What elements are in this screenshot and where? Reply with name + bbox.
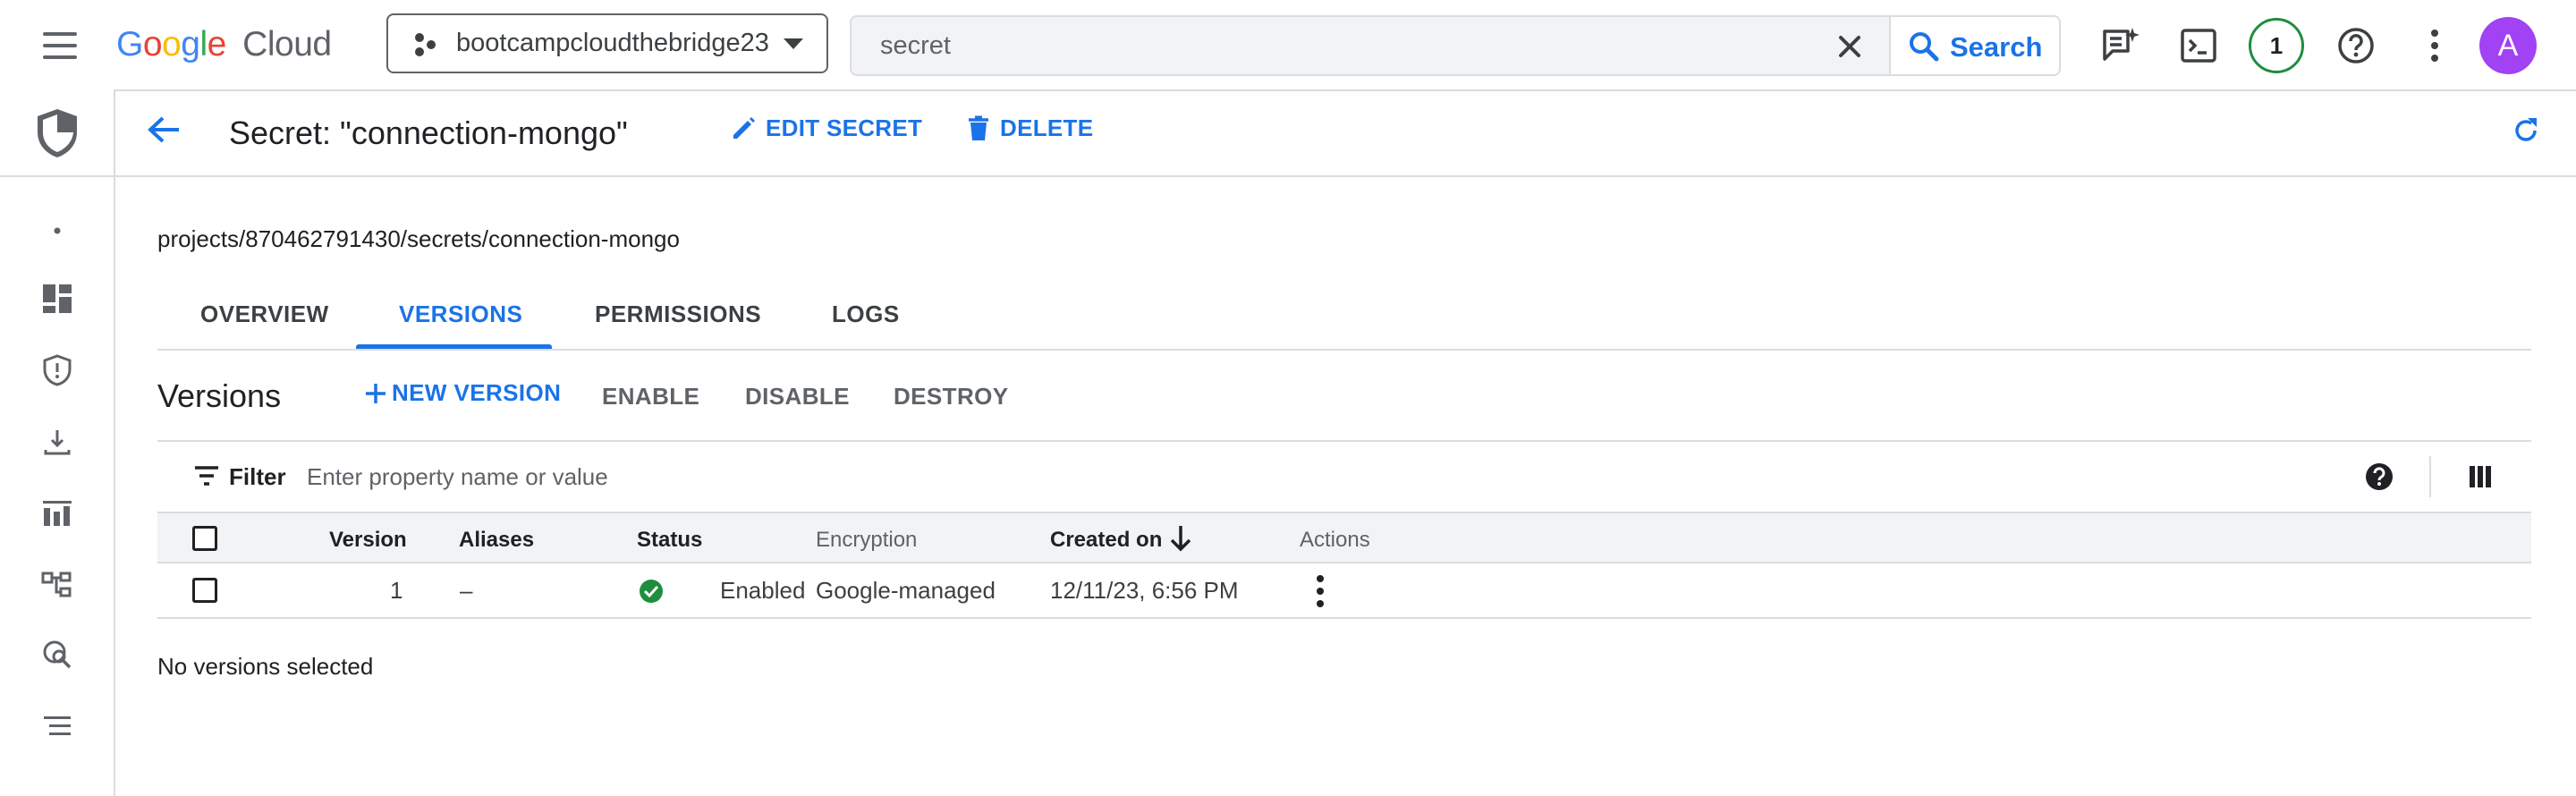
pencil-icon — [733, 116, 755, 139]
cloud-shell-icon[interactable] — [2174, 21, 2224, 71]
row-encryption: Google-managed — [816, 577, 996, 604]
search-insights-icon[interactable] — [39, 637, 75, 673]
row-created-on: 12/11/23, 6:56 PM — [1050, 577, 1239, 604]
top-bar: Google Cloud bootcampcloudthebridge23 se… — [0, 0, 2576, 91]
avatar[interactable]: A — [2479, 17, 2537, 74]
edit-secret-label: EDIT SECRET — [766, 114, 923, 141]
selection-status: No versions selected — [157, 653, 374, 680]
sort-descending-icon[interactable] — [1168, 524, 1193, 553]
column-status[interactable]: Status — [637, 528, 702, 553]
column-aliases[interactable]: Aliases — [459, 528, 534, 553]
enable-button[interactable]: ENABLE — [602, 383, 699, 411]
plus-icon — [366, 383, 386, 403]
page-title: Secret: "connection-mongo" — [229, 114, 628, 151]
security-shield-icon[interactable] — [39, 352, 75, 388]
row-status: Enabled — [720, 577, 806, 604]
tab-versions[interactable]: VERSIONS — [399, 301, 522, 328]
filter-bar: Filter Enter property name or value — [157, 440, 2531, 513]
analytics-icon[interactable] — [39, 495, 75, 531]
project-name: bootcampcloudthebridge23 — [456, 29, 769, 57]
gemini-chat-icon[interactable] — [2095, 21, 2145, 71]
dot-icon[interactable] — [39, 213, 75, 249]
notifications-badge[interactable]: 1 — [2249, 18, 2304, 73]
rail-divider — [0, 175, 114, 177]
tab-permissions[interactable]: PERMISSIONS — [595, 301, 761, 328]
toolbar-divider — [2429, 456, 2431, 497]
hierarchy-icon[interactable] — [39, 567, 75, 603]
search-button-label: Search — [1950, 31, 2043, 63]
row-aliases: – — [460, 577, 473, 604]
header-divider — [114, 175, 2576, 177]
destroy-button[interactable]: DESTROY — [894, 383, 1008, 411]
column-version[interactable]: Version — [329, 528, 407, 553]
disable-button[interactable]: DISABLE — [745, 383, 850, 411]
row-actions-menu-icon[interactable] — [1315, 574, 1326, 608]
row-version: 1 — [390, 577, 403, 604]
table-header: Version Aliases Status Encryption Create… — [157, 512, 2531, 563]
cloud-logo-text: Cloud — [242, 25, 332, 64]
search-bar: secret Search — [850, 15, 2061, 76]
trash-icon — [969, 115, 988, 140]
avatar-letter: A — [2497, 28, 2519, 63]
edit-secret-button[interactable]: EDIT SECRET — [730, 114, 922, 142]
filter-input[interactable]: Enter property name or value — [307, 463, 1201, 491]
project-selector[interactable]: bootcampcloudthebridge23 — [386, 13, 828, 73]
resource-path: projects/870462791430/secrets/connection… — [157, 225, 680, 252]
new-version-label: NEW VERSION — [392, 379, 562, 406]
delete-label: DELETE — [1000, 114, 1094, 141]
chevron-down-icon — [784, 38, 803, 49]
filter-label[interactable]: Filter — [229, 463, 286, 491]
project-icon — [415, 33, 436, 56]
row-checkbox[interactable] — [192, 578, 217, 603]
column-actions: Actions — [1300, 528, 1370, 552]
search-input[interactable]: secret — [880, 31, 1775, 61]
notification-count: 1 — [2269, 31, 2284, 59]
google-cloud-logo[interactable]: Google Cloud — [116, 25, 332, 64]
table-row[interactable]: 1 – Enabled Google-managed 12/11/23, 6:5… — [157, 563, 2531, 619]
main-menu-icon[interactable] — [43, 32, 77, 59]
search-button[interactable]: Search — [1889, 17, 2059, 74]
delete-button[interactable]: DELETE — [966, 114, 1093, 142]
new-version-button[interactable]: NEW VERSION — [363, 379, 561, 407]
column-help-icon[interactable] — [2364, 462, 2394, 492]
dashboard-icon[interactable] — [39, 281, 75, 317]
help-icon[interactable] — [2331, 21, 2381, 71]
tab-overview[interactable]: OVERVIEW — [200, 301, 329, 328]
back-arrow-icon[interactable] — [147, 114, 181, 145]
shield-icon[interactable] — [34, 107, 80, 159]
google-logo-text: Google — [116, 25, 226, 64]
filter-icon[interactable] — [193, 465, 220, 487]
list-icon[interactable] — [39, 708, 75, 744]
tab-logs[interactable]: LOGS — [832, 301, 900, 328]
refresh-icon[interactable] — [2510, 114, 2542, 147]
search-icon — [1910, 32, 1939, 62]
column-display-icon[interactable] — [2469, 465, 2492, 488]
clear-search-icon[interactable] — [1835, 32, 1864, 61]
download-icon[interactable] — [39, 424, 75, 460]
select-all-checkbox[interactable] — [192, 526, 217, 551]
tabs-divider — [157, 349, 2531, 351]
more-options-icon[interactable] — [2410, 21, 2460, 71]
column-created-on[interactable]: Created on — [1050, 528, 1162, 553]
column-encryption: Encryption — [816, 528, 918, 552]
check-circle-icon — [640, 580, 663, 603]
versions-heading: Versions — [157, 377, 282, 414]
